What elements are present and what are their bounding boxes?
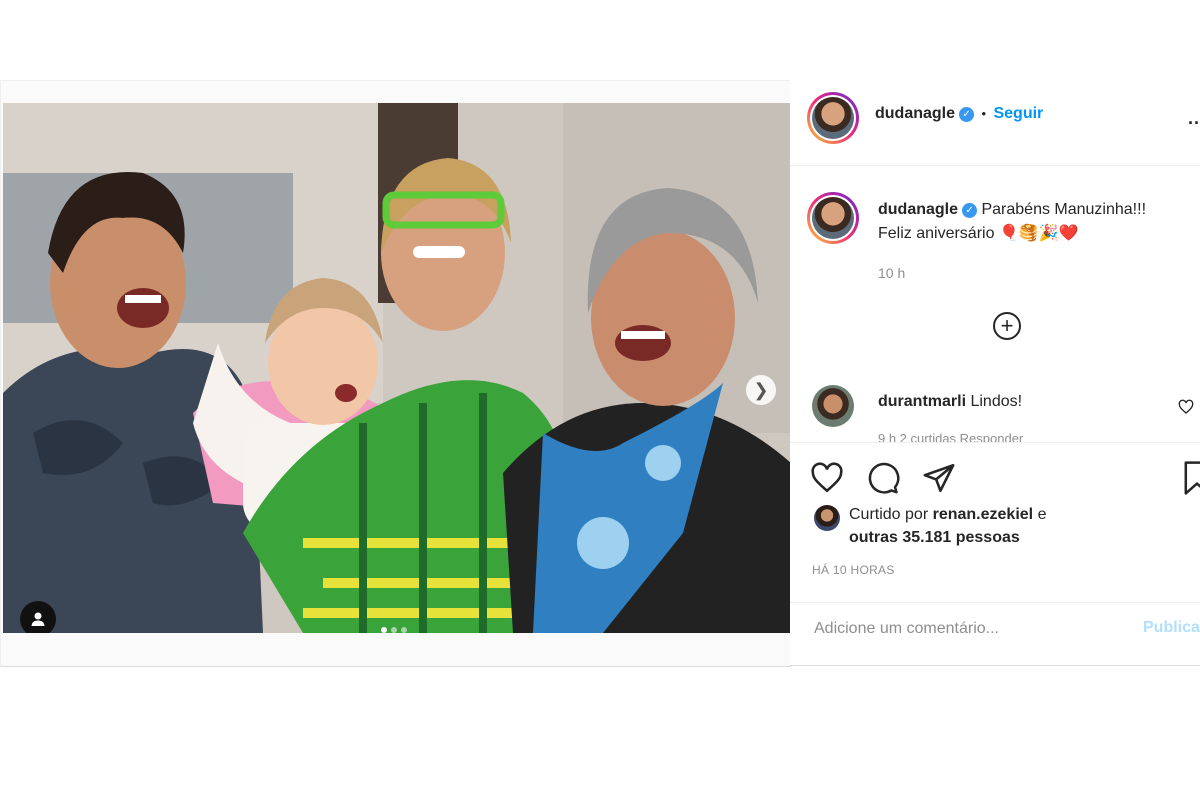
commenter-username[interactable]: durantmarli <box>878 393 966 410</box>
media-frame: ❯ <box>0 80 791 667</box>
user-icon <box>31 612 45 626</box>
caption-line-2: Feliz aniversário <box>878 225 995 242</box>
separator-dot: • <box>981 106 987 121</box>
comment-meta: 9 h 2 curtidas Responder <box>878 431 1024 442</box>
likes-prefix: Curtido por <box>849 506 929 523</box>
plus-circle-icon[interactable]: + <box>993 312 1021 340</box>
more-options-icon[interactable]: ... <box>1188 108 1200 129</box>
likes-conjunction: e <box>1037 506 1047 523</box>
verified-badge-icon: ✓ <box>962 203 978 218</box>
like-heart-icon[interactable] <box>810 461 844 495</box>
action-icons-row <box>810 461 956 495</box>
likes-text: Curtido por renan.ezekiel e outras 35.18… <box>849 503 1046 549</box>
comment-body: Lindos! <box>970 393 1023 410</box>
commenter-avatar[interactable] <box>812 385 854 427</box>
author-username[interactable]: dudanagle <box>875 105 955 122</box>
carousel-dot <box>391 627 397 633</box>
post-actions: Curtido por renan.ezekiel e outras 35.18… <box>790 442 1200 603</box>
publish-button[interactable]: Publicar <box>1143 619 1200 637</box>
comments-section: dudanagle ✓ Parabéns Manuzinha!!! Feliz a… <box>790 165 1200 442</box>
post-photo[interactable]: ❯ <box>3 103 791 633</box>
author-line: dudanagle ✓ • Seguir <box>875 105 1043 123</box>
share-send-icon[interactable] <box>922 461 956 495</box>
chevron-right-icon: ❯ <box>753 379 769 400</box>
caption-text: dudanagle ✓ Parabéns Manuzinha!!! Feliz a… <box>878 198 1198 246</box>
carousel-dot-active <box>381 627 387 633</box>
follow-button[interactable]: Seguir <box>993 105 1043 122</box>
post-timestamp[interactable]: HÁ 10 HORAS <box>812 563 895 577</box>
caption-time[interactable]: 10 h <box>878 265 905 281</box>
verified-badge-icon: ✓ <box>959 107 975 122</box>
carousel-next-button[interactable]: ❯ <box>746 375 776 405</box>
photo-illustration <box>3 103 791 633</box>
post-side-panel: dudanagle ✓ • Seguir ... dudanagle ✓ Parab… <box>790 80 1200 666</box>
add-comment-bar: Publicar <box>790 602 1200 666</box>
liker-username[interactable]: renan.ezekiel <box>933 506 1034 523</box>
liker-avatar[interactable] <box>814 505 840 531</box>
instagram-post: ❯ dudanagle ✓ • Seguir .. dudanagle ✓ Pa… <box>0 80 1200 667</box>
comment-text: durantmarli Lindos! <box>878 393 1022 411</box>
post-header: dudanagle ✓ • Seguir ... <box>790 80 1200 166</box>
caption-username[interactable]: dudanagle <box>878 201 958 218</box>
comment-bubble-icon[interactable] <box>866 461 900 495</box>
comment-like-heart-icon[interactable] <box>1178 399 1194 415</box>
tagged-users-button[interactable] <box>20 601 56 633</box>
caption-avatar[interactable] <box>807 192 859 244</box>
carousel-dot <box>401 627 407 633</box>
comment-input[interactable] <box>812 619 1106 639</box>
bookmark-icon[interactable] <box>1183 461 1200 495</box>
author-avatar[interactable] <box>807 92 859 144</box>
caption-emoji: 🎈🥞🎉❤️ <box>998 225 1079 242</box>
carousel-indicator <box>381 627 407 633</box>
likes-others-link[interactable]: outras 35.181 pessoas <box>849 529 1020 546</box>
caption-line-1: Parabéns Manuzinha!!! <box>981 201 1147 218</box>
